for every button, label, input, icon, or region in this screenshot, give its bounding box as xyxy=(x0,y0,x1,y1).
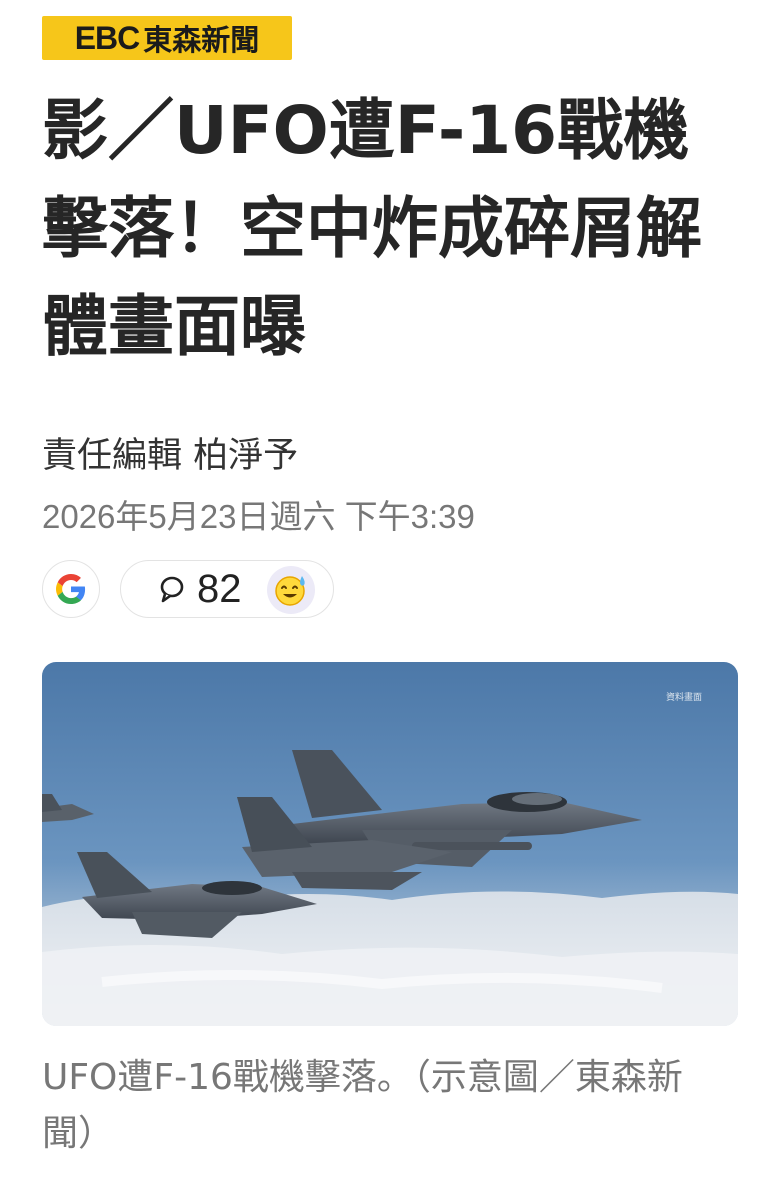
comment-bubble-icon xyxy=(160,576,184,603)
article-photo[interactable]: 資料畫面 xyxy=(42,662,738,1026)
article-date: 2026年5月23日週六 下午3:39 xyxy=(42,498,475,535)
article-headline: 影／UFO遭F-16戰機擊落！空中炸成碎屑解體畫面曝 xyxy=(42,92,702,365)
comment-count: 82 xyxy=(197,567,242,611)
sweat-smile-emoji-icon xyxy=(275,576,305,606)
photo-caption: UFO遭F-16戰機擊落。（示意圖／東森新聞） xyxy=(42,1057,683,1154)
photo-watermark: 資料畫面 xyxy=(665,693,702,703)
comment-reaction-pill[interactable]: 82 xyxy=(120,560,334,618)
ebc-news-logo[interactable]: EBC 東森新聞 xyxy=(42,16,292,60)
reaction-emoji[interactable] xyxy=(267,566,315,614)
article-editor: 責任編輯 柏淨予 xyxy=(42,436,299,476)
google-button[interactable] xyxy=(42,560,100,618)
logo-latin-text: EBC xyxy=(74,19,141,56)
logo-cjk-text: 東森新聞 xyxy=(143,23,260,57)
google-icon xyxy=(56,574,86,604)
f16-formation-image xyxy=(42,662,738,1026)
